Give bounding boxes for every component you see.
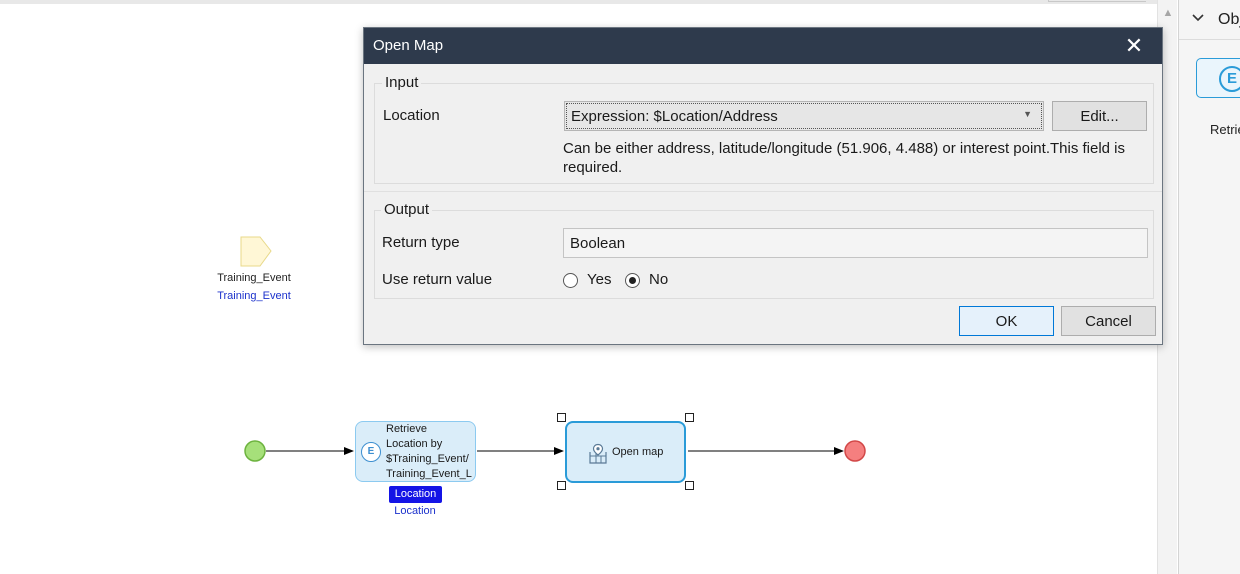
properties-panel: Obj E Retrie: [1178, 0, 1240, 574]
cancel-button[interactable]: Cancel: [1061, 306, 1156, 336]
panel-title: Obj: [1218, 11, 1240, 28]
return-type-label: Return type: [382, 234, 460, 251]
use-return-no-radio[interactable]: [625, 273, 640, 288]
scroll-up-icon[interactable]: ▲: [1161, 6, 1175, 20]
retrieve-activity[interactable]: E Retrieve Location by $Training_Event/ …: [355, 421, 476, 482]
selection-handle[interactable]: [557, 413, 566, 422]
selection-handle[interactable]: [685, 413, 694, 422]
database-retrieve-icon: E: [361, 442, 381, 462]
open-map-activity[interactable]: Open map: [565, 421, 686, 483]
location-hint: Can be either address, latitude/longitud…: [563, 140, 1126, 176]
output-variable-badge[interactable]: Location: [389, 486, 442, 503]
end-event: [844, 440, 866, 462]
return-type-value: Boolean: [570, 235, 626, 252]
close-icon[interactable]: ✕: [1122, 33, 1146, 59]
dialog-titlebar[interactable]: Open Map ✕: [364, 28, 1162, 64]
ok-button[interactable]: OK: [959, 306, 1054, 336]
use-return-no-label[interactable]: No: [649, 271, 668, 288]
use-return-yes-radio[interactable]: [563, 273, 578, 288]
location-label: Location: [383, 107, 440, 124]
return-type-field: Boolean: [563, 228, 1148, 258]
panel-header[interactable]: Obj: [1179, 0, 1240, 40]
retrieve-toolbox-tile[interactable]: E: [1196, 58, 1240, 98]
edit-button[interactable]: Edit...: [1052, 101, 1147, 131]
open-map-label: Open map: [612, 446, 664, 458]
radio-selected-dot: [629, 277, 636, 284]
use-return-yes-label[interactable]: Yes: [587, 271, 611, 288]
retrieve-icon: E: [1219, 66, 1240, 92]
location-expression-dropdown[interactable]: Expression: $Location/Address ▼: [564, 101, 1044, 131]
output-group-title: Output: [381, 201, 433, 218]
selection-handle[interactable]: [557, 481, 566, 490]
chevron-down-icon[interactable]: [1191, 11, 1205, 28]
output-variable-type: Location: [394, 505, 436, 517]
map-pin-icon: [589, 443, 607, 464]
selection-handle[interactable]: [685, 481, 694, 490]
location-expression-value: Expression: $Location/Address: [571, 108, 778, 125]
toolbox-tile-label: Retrie: [1210, 122, 1240, 137]
start-event: [244, 440, 266, 462]
retrieve-caption: Retrieve Location by $Training_Event/ Tr…: [386, 423, 472, 480]
input-group-title: Input: [382, 74, 422, 91]
use-return-value-label: Use return value: [382, 271, 493, 288]
chevron-down-icon: ▼: [1023, 109, 1032, 119]
group-separator: [364, 191, 1162, 192]
dialog-title: Open Map: [373, 37, 444, 54]
open-map-dialog: Open Map ✕ Input Location Expression: $L…: [363, 27, 1163, 345]
